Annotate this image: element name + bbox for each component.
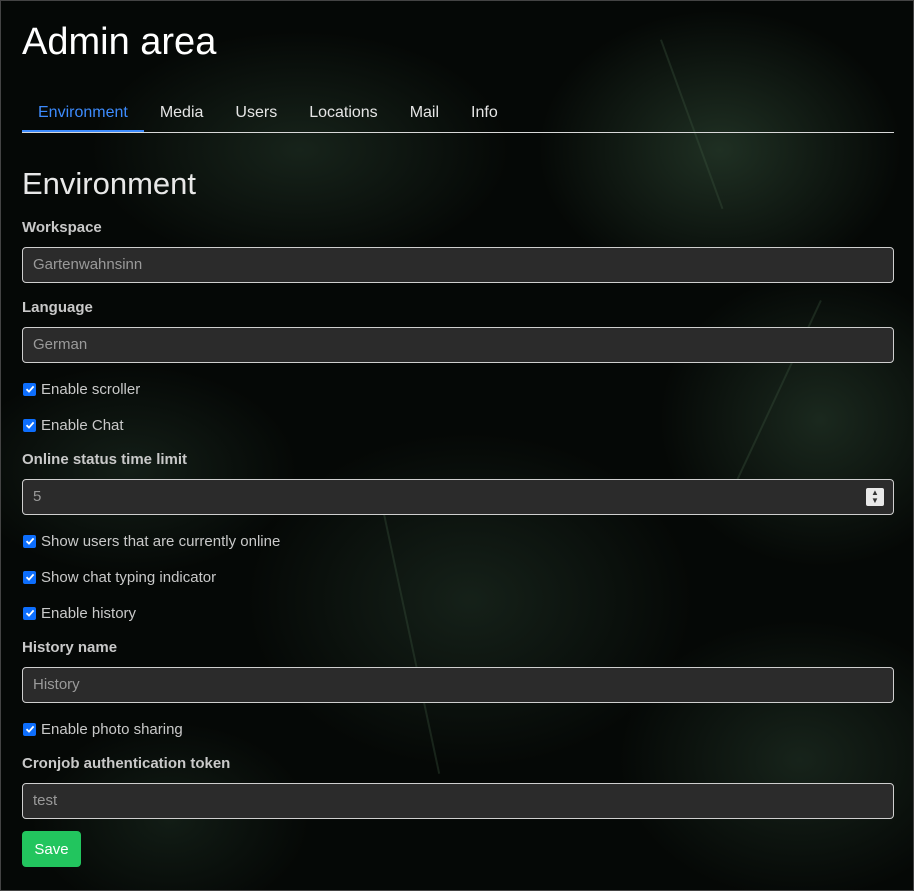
language-label: Language <box>22 299 93 316</box>
background-decoration <box>380 499 441 774</box>
save-button[interactable]: Save <box>22 831 81 867</box>
enable-chat-row: Enable Chat <box>22 415 124 435</box>
tab-media[interactable]: Media <box>144 94 220 132</box>
tab-bar: Environment Media Users Locations Mail I… <box>22 94 894 133</box>
page-title: Admin area <box>22 21 217 63</box>
enable-history-label: Enable history <box>41 604 137 622</box>
history-name-input[interactable]: History <box>22 667 894 703</box>
workspace-value: Gartenwahnsinn <box>33 256 143 273</box>
tab-locations[interactable]: Locations <box>293 94 394 132</box>
enable-chat-checkbox[interactable] <box>23 418 36 432</box>
history-name-label: History name <box>22 639 118 656</box>
enable-scroller-row: Enable scroller <box>22 379 140 399</box>
check-icon <box>25 573 34 581</box>
workspace-input[interactable]: Gartenwahnsinn <box>22 247 894 283</box>
show-online-users-checkbox[interactable] <box>23 534 36 548</box>
cronjob-token-label: Cronjob authentication token <box>22 755 231 772</box>
tab-environment[interactable]: Environment <box>22 94 144 132</box>
online-status-label: Online status time limit <box>22 451 188 468</box>
workspace-label: Workspace <box>22 219 102 236</box>
show-typing-checkbox[interactable] <box>23 570 36 584</box>
enable-scroller-label: Enable scroller <box>41 380 141 398</box>
number-stepper[interactable]: ▲ ▼ <box>866 488 884 506</box>
cronjob-token-value: test <box>33 792 58 809</box>
history-name-value: History <box>33 676 80 693</box>
enable-photo-sharing-label: Enable photo sharing <box>41 720 183 738</box>
tab-info[interactable]: Info <box>455 94 514 132</box>
online-status-value: 5 <box>33 488 42 505</box>
show-typing-row: Show chat typing indicator <box>22 567 216 587</box>
enable-chat-label: Enable Chat <box>41 416 124 434</box>
check-icon <box>25 609 34 617</box>
section-title: Environment <box>22 166 197 201</box>
enable-history-row: Enable history <box>22 603 136 623</box>
check-icon <box>25 421 34 429</box>
check-icon <box>25 725 34 733</box>
enable-photo-sharing-row: Enable photo sharing <box>22 719 183 739</box>
show-online-users-label: Show users that are currently online <box>41 532 281 550</box>
enable-scroller-checkbox[interactable] <box>23 382 36 396</box>
enable-photo-sharing-checkbox[interactable] <box>23 722 36 736</box>
cronjob-token-input[interactable]: test <box>22 783 894 819</box>
language-value: German <box>33 336 88 353</box>
tab-mail[interactable]: Mail <box>394 94 455 132</box>
online-status-input[interactable]: 5 ▲ ▼ <box>22 479 894 515</box>
enable-history-checkbox[interactable] <box>23 606 36 620</box>
language-select[interactable]: German <box>22 327 894 363</box>
chevron-down-icon[interactable]: ▼ <box>871 497 879 505</box>
tab-users[interactable]: Users <box>219 94 293 132</box>
show-typing-label: Show chat typing indicator <box>41 568 217 586</box>
check-icon <box>25 385 34 393</box>
show-online-users-row: Show users that are currently online <box>22 531 280 551</box>
check-icon <box>25 537 34 545</box>
